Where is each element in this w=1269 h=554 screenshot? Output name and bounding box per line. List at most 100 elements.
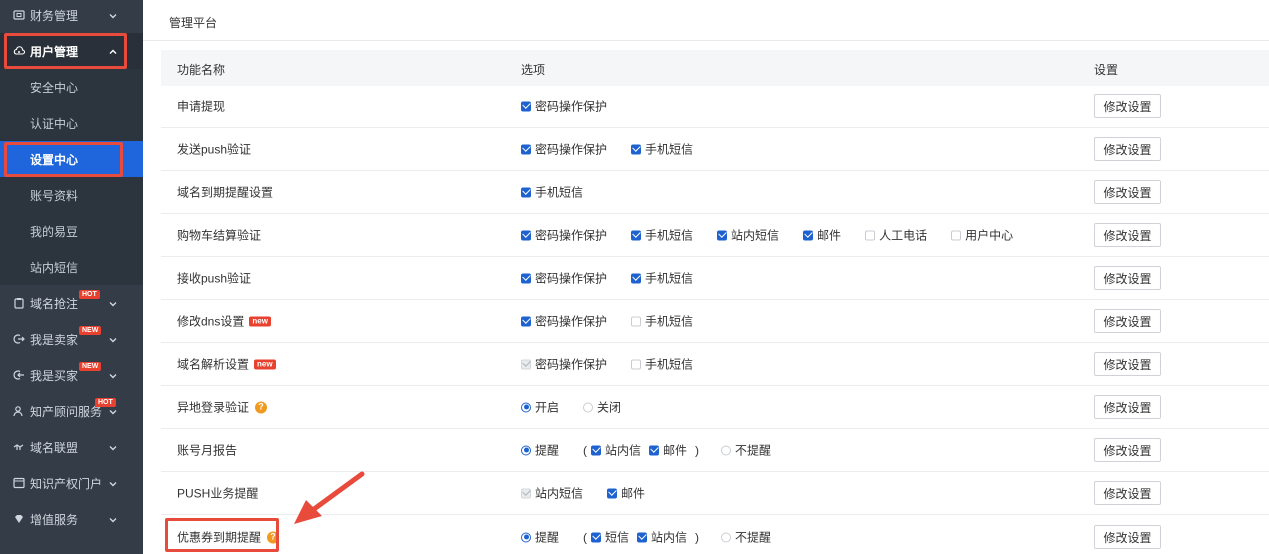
option-sms[interactable]: 手机短信 [631,141,693,158]
sidebar-subitem-label: 认证中心 [30,116,79,131]
checkbox[interactable] [717,230,728,240]
radio[interactable] [521,402,531,412]
help-icon[interactable]: ? [267,531,280,543]
modify-settings-button[interactable]: 修改设置 [1094,137,1161,161]
row-options: 密码操作保护 手机短信 [521,141,717,158]
checkbox[interactable] [631,273,642,283]
checkbox[interactable] [521,230,531,240]
modify-settings-button[interactable]: 修改设置 [1094,481,1161,505]
checkbox[interactable] [591,532,602,542]
sidebar-subitem-my-beans[interactable]: 我的易豆 [0,213,143,249]
option-sms[interactable]: 手机短信 [631,356,693,373]
sidebar-item-user-management[interactable]: 用户管理 [0,33,143,69]
row-options: 手机短信 [521,184,607,201]
radio[interactable] [721,445,732,455]
option-no-remind[interactable]: 不提醒 [721,529,771,546]
checkbox[interactable] [951,230,962,240]
sidebar-item-value-added[interactable]: 增值服务 [0,501,143,537]
table-row: 申请提现 密码操作保护 修改设置 [161,85,1269,128]
checkbox[interactable] [521,144,531,154]
option-sms[interactable]: 手机短信 [521,184,583,201]
option-password-protect[interactable]: 密码操作保护 [521,98,607,115]
checkbox[interactable] [591,445,602,455]
option-remind[interactable]: 提醒 [521,529,559,546]
app-root: 财务管理 用户管理 安全中心 认证中心 设置中心 账号资料 我的易豆 站内短信 … [0,0,1269,554]
row-options: 密码操作保护 [521,98,631,115]
option-label: 手机短信 [535,185,584,200]
sidebar-item-ip-portal[interactable]: 知识产权门户 [0,465,143,501]
sidebar-subitem-settings-center[interactable]: 设置中心 [0,141,143,177]
option-on[interactable]: 开启 [521,399,559,416]
radio[interactable] [521,532,531,542]
checkbox[interactable] [631,230,642,240]
radio[interactable] [583,402,594,412]
option-user-center[interactable]: 用户中心 [951,227,1013,244]
option-remind[interactable]: 提醒 [521,442,559,459]
checkbox[interactable] [521,316,531,326]
row-name-text: 申请提现 [177,99,226,114]
option-manual-call[interactable]: 人工电话 [865,227,927,244]
row-name: 异地登录验证? [177,399,268,416]
option-sms[interactable]: 手机短信 [631,270,693,287]
sidebar-item-domain-alliance[interactable]: 域名联盟 [0,429,143,465]
modify-settings-button[interactable]: 修改设置 [1094,94,1161,118]
paren-close: ) [695,443,700,457]
checkbox[interactable] [607,488,618,498]
checkbox[interactable] [521,101,531,111]
option-password-protect[interactable]: 密码操作保护 [521,270,607,287]
modify-settings-button[interactable]: 修改设置 [1094,266,1161,290]
sidebar-item-finance[interactable]: 财务管理 [0,0,143,33]
modify-settings-button[interactable]: 修改设置 [1094,525,1161,549]
help-icon[interactable]: ? [255,401,268,413]
sidebar-item-ip-consultant[interactable]: 知产顾问服务 HOT [0,393,143,429]
option-sms[interactable]: 手机短信 [631,313,693,330]
option-email[interactable]: 邮件 [607,485,645,502]
chevron-down-icon [108,514,118,524]
sidebar-subitem-label: 设置中心 [30,152,79,167]
option-label: 短信 [605,530,630,545]
checkbox[interactable] [631,359,642,369]
sidebar-item-domain-snap[interactable]: 域名抢注 HOT [0,285,143,321]
modify-settings-button[interactable]: 修改设置 [1094,223,1161,247]
option-site-message[interactable]: 站内短信 [717,227,779,244]
modify-settings-button[interactable]: 修改设置 [1094,395,1161,419]
checkbox[interactable] [649,445,660,455]
option-email[interactable]: 邮件 [649,442,687,459]
option-short-message[interactable]: 短信 [591,529,629,546]
checkbox[interactable] [631,144,642,154]
option-label: 人工电话 [879,228,928,243]
option-label: 站内信 [651,530,688,545]
option-password-protect[interactable]: 密码操作保护 [521,313,607,330]
sidebar-item-buyer[interactable]: 我是买家 NEW [0,357,143,393]
checkbox[interactable] [637,532,648,542]
checkbox-disabled [521,488,531,498]
sidebar-subitem-auth-center[interactable]: 认证中心 [0,105,143,141]
option-sms[interactable]: 手机短信 [631,227,693,244]
radio[interactable] [721,532,732,542]
checkbox[interactable] [521,273,531,283]
option-no-remind[interactable]: 不提醒 [721,442,771,459]
checkbox[interactable] [803,230,814,240]
sidebar-subitem-security-center[interactable]: 安全中心 [0,69,143,105]
checkbox[interactable] [631,316,642,326]
sidebar-subitem-label: 站内短信 [30,260,79,275]
sidebar-item-seller[interactable]: 我是卖家 NEW [0,321,143,357]
option-password-protect[interactable]: 密码操作保护 [521,141,607,158]
radio[interactable] [521,445,531,455]
checkbox[interactable] [521,187,531,197]
row-name-text: 域名解析设置 [177,357,250,372]
sidebar-subitem-account-info[interactable]: 账号资料 [0,177,143,213]
option-off[interactable]: 关闭 [583,399,621,416]
option-password-protect[interactable]: 密码操作保护 [521,227,607,244]
option-label: 站内短信 [731,228,780,243]
option-site-message[interactable]: 站内信 [591,442,641,459]
modify-settings-button[interactable]: 修改设置 [1094,180,1161,204]
sidebar-subitem-site-messages[interactable]: 站内短信 [0,249,143,285]
checkbox[interactable] [865,230,876,240]
modify-settings-button[interactable]: 修改设置 [1094,309,1161,333]
modify-settings-button[interactable]: 修改设置 [1094,352,1161,376]
option-email[interactable]: 邮件 [803,227,841,244]
modify-settings-button[interactable]: 修改设置 [1094,438,1161,462]
row-name: 修改dns设置 new [177,313,271,330]
option-site-message[interactable]: 站内信 [637,529,687,546]
